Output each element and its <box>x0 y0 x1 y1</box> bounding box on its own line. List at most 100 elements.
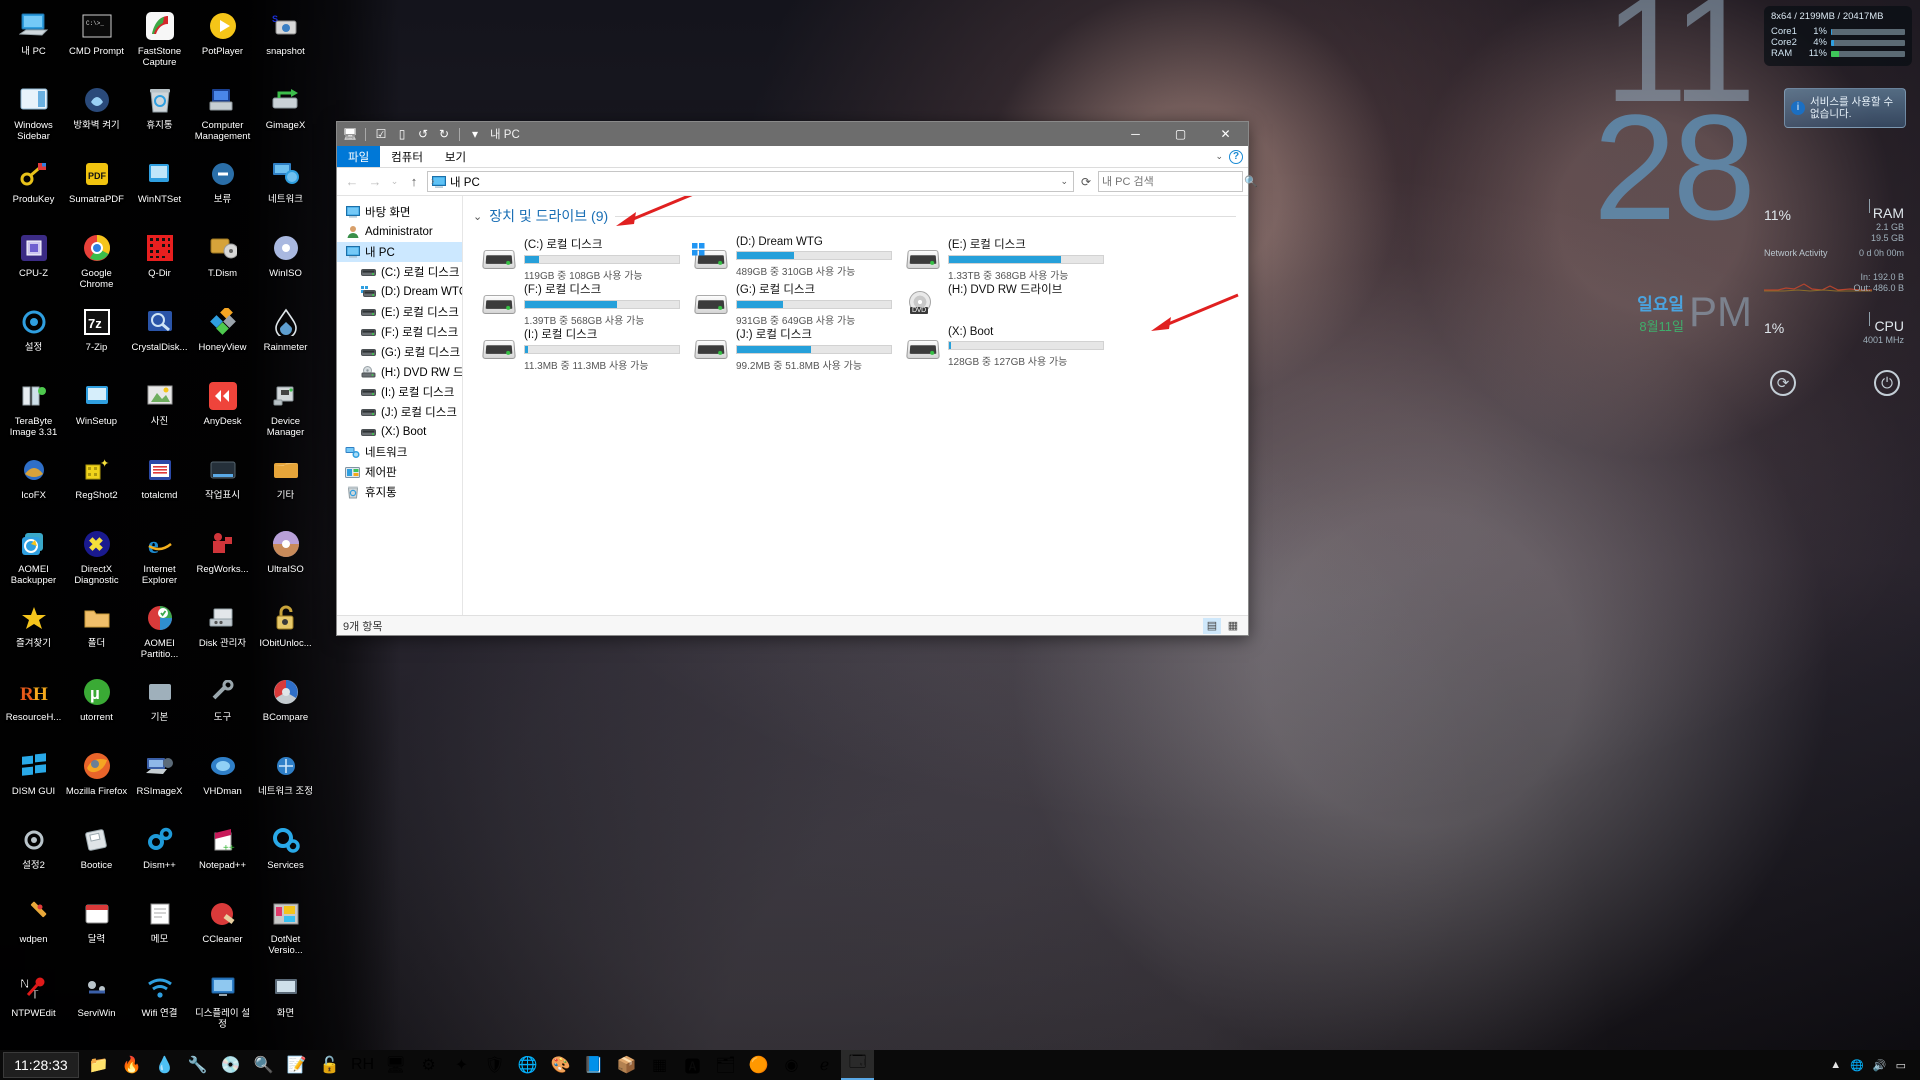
shield-taskbar-icon[interactable]: 🛡 <box>478 1050 511 1080</box>
details-view-button[interactable]: ▤ <box>1203 617 1221 634</box>
lock-taskbar-icon[interactable]: 🔓 <box>313 1050 346 1080</box>
rh-taskbar-icon[interactable]: RH <box>346 1050 379 1080</box>
close-button[interactable]: ✕ <box>1203 122 1248 146</box>
chrome-taskbar-icon[interactable]: ◉ <box>775 1050 808 1080</box>
orange-taskbar-icon[interactable]: 🟠 <box>742 1050 775 1080</box>
grid-taskbar-icon[interactable]: ▦ <box>643 1050 676 1080</box>
desktop-icon-network-tune[interactable]: 네트워크 조정 <box>254 744 317 818</box>
drive-item[interactable]: DVD (H:) DVD RW 드라이브 <box>907 277 1119 322</box>
action-center-icon[interactable]: ▭ <box>1896 1059 1906 1072</box>
forward-button[interactable]: → <box>365 172 385 192</box>
desktop-icon-computer-management[interactable]: Computer Management <box>191 78 254 152</box>
desktop-icon-computer[interactable]: 내 PC <box>2 4 65 78</box>
star-taskbar-icon[interactable]: ✦ <box>445 1050 478 1080</box>
nav-item-item12[interactable]: 네트워크 <box>337 442 462 462</box>
desktop-icon-icofx[interactable]: IcoFX <box>2 448 65 522</box>
desktop-icon-ultraiso[interactable]: UltraISO <box>254 522 317 596</box>
nav-item-ddreamwtg[interactable]: (D:) Dream WTG <box>337 282 462 302</box>
desktop-icon-chrome[interactable]: Google Chrome <box>65 226 128 300</box>
nav-item-g[interactable]: (G:) 로컬 디스크 <box>337 342 462 362</box>
desktop-icon-vhdman[interactable]: VHDman <box>191 744 254 818</box>
search-box[interactable]: 🔍 <box>1098 171 1258 192</box>
address-dropdown-icon[interactable]: ⌄ <box>1060 176 1070 187</box>
desktop-icon-taskbar[interactable]: 작업표시 <box>191 448 254 522</box>
desktop-icon-notepadpp[interactable]: ++ Notepad++ <box>191 818 254 892</box>
title-bar[interactable]: 🖥 ☑ ▯ ↺ ↻ ▾ 내 PC ─ ▢ ✕ <box>337 122 1248 146</box>
desktop-icon-settings2[interactable]: 설정2 <box>2 818 65 892</box>
desktop-icon-sumatrapdf[interactable]: PDF SumatraPDF <box>65 152 128 226</box>
droplet-taskbar-icon[interactable]: 💧 <box>148 1050 181 1080</box>
taskbar-clock[interactable]: 11:28:33 <box>3 1052 79 1078</box>
desktop-icon-ccleaner[interactable]: CCleaner <box>191 892 254 966</box>
drive-item[interactable]: (G:) 로컬 디스크 931GB 중 649GB 사용 가능 <box>694 277 907 327</box>
power-button[interactable]: ⏻ <box>1874 370 1900 396</box>
desktop-icon-qdir[interactable]: Q-Dir <box>128 226 191 300</box>
desktop-icon-produkey[interactable]: ProduKey <box>2 152 65 226</box>
nav-item-e[interactable]: (E:) 로컬 디스크 <box>337 302 462 322</box>
recent-locations-button[interactable]: ⌄ <box>388 172 401 192</box>
undo-icon[interactable]: ↺ <box>414 125 432 143</box>
desktop-icon-photo[interactable]: 사진 <box>128 374 191 448</box>
drive-item[interactable]: (C:) 로컬 디스크 119GB 중 108GB 사용 가능 <box>482 232 695 282</box>
drive-item[interactable]: (X:) Boot 128GB 중 127GB 사용 가능 <box>906 322 1119 368</box>
wrench-taskbar-icon[interactable]: 🔧 <box>181 1050 214 1080</box>
nav-item-xboot[interactable]: (X:) Boot <box>337 422 462 442</box>
network-tray-icon[interactable]: 🌐 <box>1850 1059 1864 1072</box>
chevron-down-icon[interactable]: ⌄ <box>1215 151 1223 162</box>
tiles-view-button[interactable]: ▦ <box>1224 618 1242 634</box>
search-input[interactable] <box>1102 175 1244 188</box>
globe-taskbar-icon[interactable]: 🌐 <box>511 1050 544 1080</box>
desktop-icon-disk-manager[interactable]: Disk 관리자 <box>191 596 254 670</box>
desktop-icon-ie[interactable]: e Internet Explorer <box>128 522 191 596</box>
drive-item[interactable]: (D:) Dream WTG 489GB 중 310GB 사용 가능 <box>692 232 907 278</box>
desktop-icon-device-manager[interactable]: Device Manager <box>254 374 317 448</box>
nav-item-i[interactable]: (I:) 로컬 디스크 <box>337 382 462 402</box>
gear-taskbar-icon[interactable]: ⚙ <box>412 1050 445 1080</box>
monitor-taskbar-icon[interactable]: 🖥 <box>379 1050 412 1080</box>
desktop-icon-memo[interactable]: 메모 <box>128 892 191 966</box>
nav-item-j[interactable]: (J:) 로컬 디스크 <box>337 402 462 422</box>
desktop-icon-gimagex[interactable]: GimageX <box>254 78 317 152</box>
desktop-icon-beyondcompare[interactable]: BCompare <box>254 670 317 744</box>
back-button[interactable]: ← <box>342 172 362 192</box>
desktop-icon-misc[interactable]: 기타 <box>254 448 317 522</box>
nav-item-hdvdrw[interactable]: (H:) DVD RW 드라 <box>337 362 462 382</box>
search-icon[interactable]: 🔍 <box>1244 175 1258 188</box>
desktop-icon-dotnet-version[interactable]: DotNet Versio... <box>254 892 317 966</box>
desktop-icon-potplayer[interactable]: PotPlayer <box>191 4 254 78</box>
up-button[interactable]: ↑ <box>404 172 424 192</box>
desktop-icon-serviwin[interactable]: ServiWin <box>65 966 128 1040</box>
desktop-icon-iobit-unlocker[interactable]: IObitUnloc... <box>254 596 317 670</box>
nav-item-item14[interactable]: 휴지통 <box>337 482 462 502</box>
desktop-icon-dismgui[interactable]: DISM GUI <box>2 744 65 818</box>
desktop-icon-rainmeter[interactable]: Rainmeter <box>254 300 317 374</box>
desktop-icon-resourcehacker[interactable]: R H ResourceH... <box>2 670 65 744</box>
desktop-icon-favorites[interactable]: 즐겨찾기 <box>2 596 65 670</box>
desktop-icon-firefox[interactable]: Mozilla Firefox <box>65 744 128 818</box>
desktop-icon-anydesk[interactable]: AnyDesk <box>191 374 254 448</box>
desktop-icon-winiso[interactable]: WinISO <box>254 226 317 300</box>
desktop-icon-crystaldisk[interactable]: CrystalDisk... <box>128 300 191 374</box>
nav-item-pc[interactable]: 내 PC <box>337 242 462 262</box>
desktop-icon-tools[interactable]: 도구 <box>191 670 254 744</box>
ribbon-tab-computer[interactable]: 컴퓨터 <box>380 146 434 167</box>
customize-icon[interactable]: ▾ <box>466 125 484 143</box>
desktop-icon-winsetup[interactable]: WinSetup <box>65 374 128 448</box>
service-notification[interactable]: i 서비스를 사용할 수 없습니다. <box>1784 88 1906 128</box>
desktop-icon-honeyview[interactable]: HoneyView <box>191 300 254 374</box>
new-folder-icon[interactable]: ▯ <box>393 125 411 143</box>
desktop-icon-calendar[interactable]: 달력 <box>65 892 128 966</box>
redo-icon[interactable]: ↻ <box>435 125 453 143</box>
desktop-icon-folder[interactable]: 폴더 <box>65 596 128 670</box>
desktop-icon-network[interactable]: 네트워크 <box>254 152 317 226</box>
desktop-icon-terabyte[interactable]: TeraByte Image 3.31 <box>2 374 65 448</box>
desktop-icon-utorrent[interactable]: µ utorrent <box>65 670 128 744</box>
nav-item-item0[interactable]: 바탕 화면 <box>337 202 462 222</box>
desktop-icon-totalcmd[interactable]: totalcmd <box>128 448 191 522</box>
desktop-icon-wdpen[interactable]: wdpen <box>2 892 65 966</box>
flame-taskbar-icon[interactable]: 🔥 <box>115 1050 148 1080</box>
desktop-icon-snapshot[interactable]: Ssnapshot <box>254 4 317 78</box>
nav-item-f[interactable]: (F:) 로컬 디스크 <box>337 322 462 342</box>
desktop-icon-dismpp[interactable]: Dism++ <box>128 818 191 892</box>
breadcrumb[interactable]: 내 PC <box>450 174 480 190</box>
